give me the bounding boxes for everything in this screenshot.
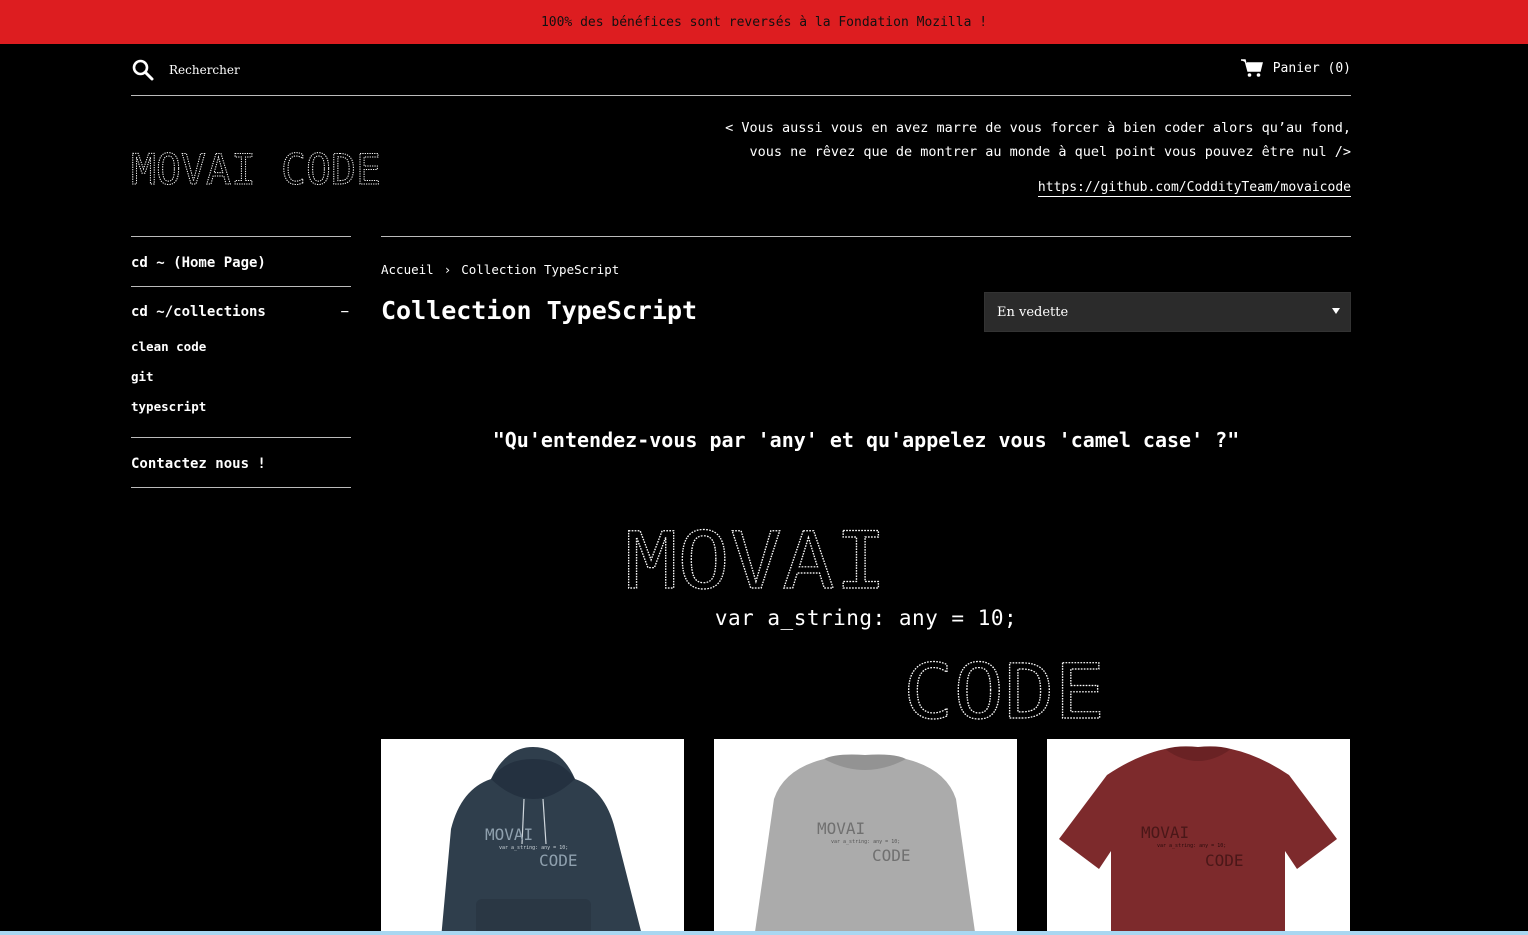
banner-code-art: CODE xyxy=(903,648,1105,724)
sweatshirt-print-top: MOVAI xyxy=(817,819,866,838)
tshirt-image xyxy=(1059,746,1337,935)
sidebar-item-collections[interactable]: cd ~/collections − xyxy=(131,287,351,332)
collection-quote: "Qu'entendez-vous par 'any' et qu'appele… xyxy=(492,428,1240,452)
tagline-line-1: < Vous aussi vous en avez marre de vous … xyxy=(725,120,1351,136)
sweatshirt-image xyxy=(754,754,976,935)
sidebar-nav: cd ~ (Home Page) cd ~/collections − clea… xyxy=(131,236,351,488)
sweatshirt-print-code: var a_string: any = 10; xyxy=(831,839,901,845)
tshirt-print-top: MOVAI xyxy=(1141,823,1190,842)
banner-code-line: var a_string: any = 10; xyxy=(714,606,1018,630)
banner-movai-art: MOVAI xyxy=(625,516,887,594)
sidebar-item-git[interactable]: git xyxy=(131,362,351,392)
search-icon[interactable] xyxy=(131,58,155,82)
sidebar-item-typescript[interactable]: typescript xyxy=(131,392,351,422)
caret-down-icon xyxy=(1332,308,1340,314)
search-input[interactable] xyxy=(169,63,469,77)
collections-list: clean code git typescript xyxy=(131,332,351,437)
breadcrumb-current: Collection TypeScript xyxy=(461,262,620,277)
hoodie-print-top: MOVAI xyxy=(485,825,534,844)
site-logo[interactable]: MOVAI CODE xyxy=(131,144,381,189)
sidebar-divider xyxy=(131,487,351,488)
banner-code-text: CODE xyxy=(903,648,1105,724)
collapse-toggle-icon[interactable]: − xyxy=(341,304,349,320)
logo-text: MOVAI CODE xyxy=(131,145,381,188)
bottom-strip xyxy=(0,931,1528,935)
breadcrumb-home[interactable]: Accueil xyxy=(381,262,434,277)
tshirt-print-code: var a_string: any = 10; xyxy=(1157,843,1227,849)
site-tagline: < Vous aussi vous en avez marre de vous … xyxy=(725,116,1351,164)
sweatshirt-print-bottom: CODE xyxy=(872,846,911,865)
sidebar-item-clean-code[interactable]: clean code xyxy=(131,332,351,362)
search-form[interactable] xyxy=(131,56,469,84)
tagline-line-2: vous ne rêvez que de montrer au monde à … xyxy=(749,144,1351,160)
page-title: Collection TypeScript xyxy=(381,296,698,325)
cart-link[interactable]: Panier (0) xyxy=(1240,58,1351,78)
product-grid: MOVAI var a_string: any = 10; CODE MOVAI… xyxy=(381,739,1351,935)
cart-label: Panier (0) xyxy=(1272,60,1351,76)
hoodie-print-bottom: CODE xyxy=(539,851,578,870)
github-link[interactable]: https://github.com/CoddityTeam/movaicode xyxy=(1037,180,1351,197)
cart-icon xyxy=(1240,59,1263,77)
sidebar-item-home[interactable]: cd ~ (Home Page) xyxy=(131,237,351,286)
header-divider xyxy=(131,95,1351,96)
announcement-text: 100% des bénéfices sont reversés à la Fo… xyxy=(540,14,988,30)
sort-select[interactable]: En vedette xyxy=(984,292,1351,332)
sidebar-item-contact[interactable]: Contactez nous ! xyxy=(131,438,351,487)
main-divider xyxy=(381,236,1351,237)
tshirt-print-bottom: CODE xyxy=(1205,851,1244,870)
announcement-bar: 100% des bénéfices sont reversés à la Fo… xyxy=(0,0,1528,44)
product-card-sweatshirt[interactable]: MOVAI var a_string: any = 10; CODE xyxy=(714,739,1017,935)
product-card-hoodie[interactable]: MOVAI var a_string: any = 10; CODE xyxy=(381,739,684,935)
breadcrumb: Accueil › Collection TypeScript xyxy=(381,262,619,277)
banner-movai-text: MOVAI xyxy=(625,517,887,594)
breadcrumb-separator: › xyxy=(443,262,452,277)
product-card-tshirt[interactable]: MOVAI var a_string: any = 10; CODE xyxy=(1047,739,1350,935)
sort-selected-value: En vedette xyxy=(997,304,1069,320)
collections-label: cd ~/collections xyxy=(131,304,266,320)
